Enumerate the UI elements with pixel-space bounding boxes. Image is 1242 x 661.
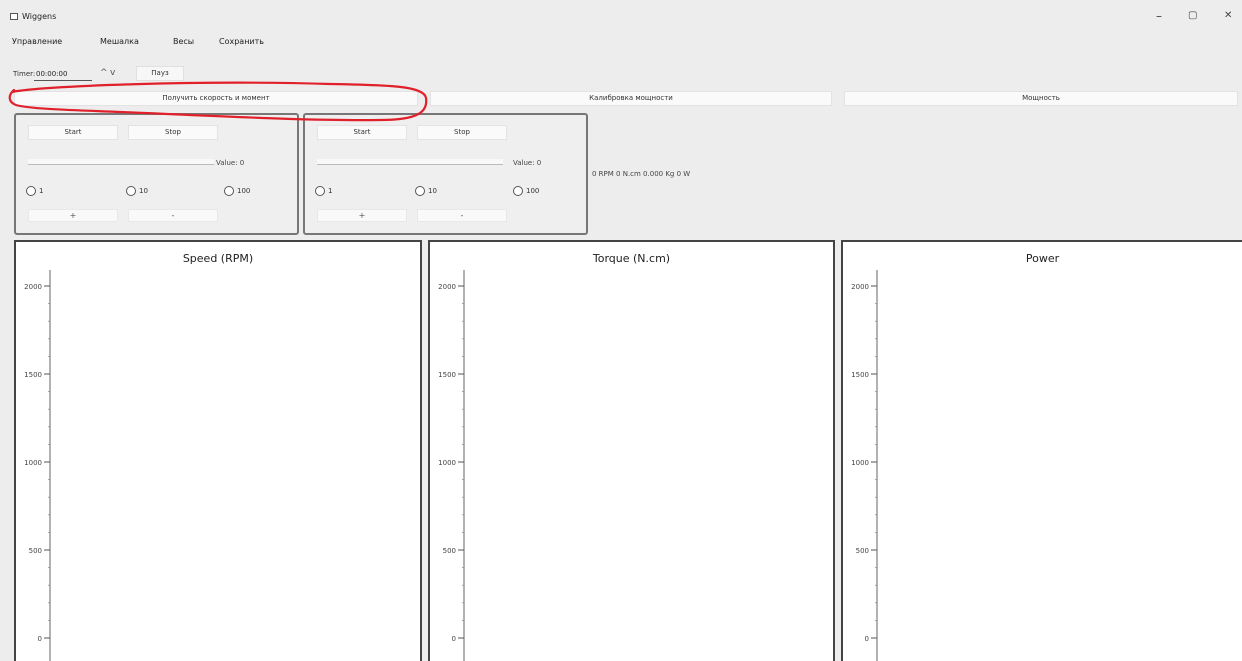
y-tick-label: 0 [452, 635, 456, 643]
radio-label: 100 [237, 187, 251, 195]
radio-label: 100 [526, 187, 540, 195]
speed-plot-canvas: 20001500100050000.10.20.30.40.50.60.70.8… [24, 270, 381, 661]
y-tick-label: 500 [29, 547, 42, 555]
y-tick-label: 1500 [438, 371, 456, 379]
pause-button[interactable]: Пауз [136, 66, 184, 81]
radio-circle[interactable] [126, 186, 136, 196]
minimize-icon[interactable]: – [1156, 10, 1162, 22]
increment-button[interactable]: + [28, 209, 118, 222]
y-tick-label: 2000 [438, 283, 456, 291]
menu-item-control[interactable]: Управление [12, 37, 62, 46]
control-panel-2: Start Stop Value: 0 1 10 100 + - [303, 113, 588, 235]
tab-power[interactable]: Мощность [844, 91, 1238, 106]
measurement-readout: 0 RPM 0 N.cm 0.000 Kg 0 W [592, 170, 691, 178]
increment-button[interactable]: + [317, 209, 407, 222]
radio-label: 1 [39, 187, 44, 195]
start-button[interactable]: Start [28, 125, 118, 140]
tab-power-calibration[interactable]: Калибровка мощности [430, 91, 832, 106]
timer-label: Timer: [13, 70, 36, 78]
radio-circle[interactable] [315, 186, 325, 196]
y-tick-label: 1000 [24, 459, 42, 467]
radio-step-1[interactable]: 1 [26, 186, 43, 196]
y-tick-label: 1500 [851, 371, 869, 379]
maximize-icon[interactable]: ▢ [1188, 10, 1197, 22]
timer-input[interactable]: 00:00:00 [34, 68, 92, 81]
radio-circle[interactable] [224, 186, 234, 196]
y-tick-label: 500 [443, 547, 456, 555]
control-panel-1: Start Stop Value: 0 1 10 100 + - [14, 113, 299, 235]
value-slider[interactable] [317, 159, 503, 165]
spin-down-icon[interactable]: v [110, 68, 115, 78]
radio-label: 10 [428, 187, 437, 195]
app-icon [10, 13, 18, 20]
y-tick-label: 1500 [24, 371, 42, 379]
stop-button[interactable]: Stop [128, 125, 218, 140]
menu-item-scales[interactable]: Весы [173, 37, 194, 46]
y-tick-label: 0 [38, 635, 42, 643]
torque-plot-canvas: 20001500100050000.10.20.30.40.50.60.70.8… [438, 270, 794, 661]
plot-torque: Torque (N.cm) 20001500100050000.10.20.30… [428, 240, 835, 661]
radio-label: 1 [328, 187, 333, 195]
y-tick-label: 0 [865, 635, 869, 643]
menu-item-stirrer[interactable]: Мешалка [100, 37, 139, 46]
tab-get-speed-torque[interactable]: Получить скорость и момент [14, 91, 418, 106]
value-label: Value: 0 [513, 159, 542, 167]
start-button[interactable]: Start [317, 125, 407, 140]
menu-item-save[interactable]: Сохранить [219, 37, 264, 46]
decrement-button[interactable]: - [128, 209, 218, 222]
decrement-button[interactable]: - [417, 209, 507, 222]
y-tick-label: 2000 [24, 283, 42, 291]
radio-step-100[interactable]: 100 [224, 186, 250, 196]
timer-toolbar: Timer: 00:00:00 ^ v Пауз [0, 64, 400, 84]
radio-label: 10 [139, 187, 148, 195]
radio-step-10[interactable]: 10 [126, 186, 148, 196]
window-title: Wiggens [22, 12, 57, 21]
y-tick-label: 500 [856, 547, 869, 555]
radio-circle[interactable] [415, 186, 425, 196]
y-tick-label: 1000 [438, 459, 456, 467]
title-bar: Wiggens – ▢ ✕ [0, 0, 1242, 30]
radio-circle[interactable] [26, 186, 36, 196]
radio-step-1[interactable]: 1 [315, 186, 332, 196]
stop-button[interactable]: Stop [417, 125, 507, 140]
radio-step-100[interactable]: 100 [513, 186, 539, 196]
value-label: Value: 0 [216, 159, 245, 167]
radio-step-10[interactable]: 10 [415, 186, 437, 196]
power-plot-canvas: 20001500100050000.10.20.30.40.50.60.70.8… [851, 270, 1204, 661]
plot-speed: Speed (RPM) 20001500100050000.10.20.30.4… [14, 240, 422, 661]
value-slider[interactable] [28, 159, 214, 165]
y-tick-label: 1000 [851, 459, 869, 467]
plot-power: Power 20001500100050000.10.20.30.40.50.6… [841, 240, 1242, 661]
menu-bar: Управление Мешалка Весы Сохранить [0, 36, 400, 52]
radio-circle[interactable] [513, 186, 523, 196]
y-tick-label: 2000 [851, 283, 869, 291]
close-icon[interactable]: ✕ [1224, 10, 1232, 22]
spin-up-icon[interactable]: ^ [100, 68, 108, 78]
